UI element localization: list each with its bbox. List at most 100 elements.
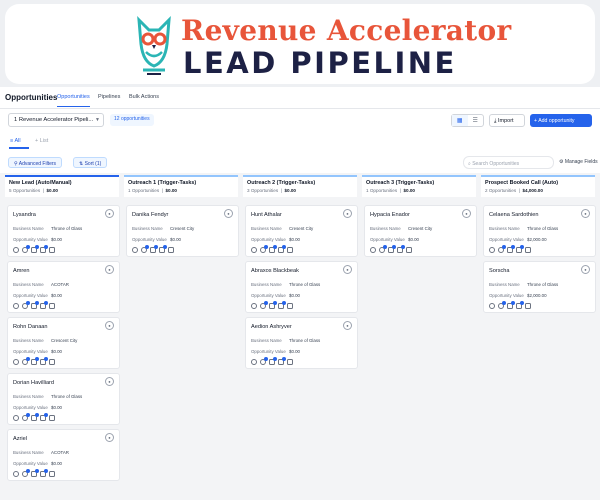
note-icon[interactable] <box>31 413 39 421</box>
opportunity-card[interactable]: Amren ● Business Name ACOTAR Opportunity Val… <box>7 261 120 313</box>
phone-icon[interactable] <box>260 301 268 309</box>
opportunity-card[interactable]: Lysandra ● Business Name Throne of Glass Opp… <box>7 205 120 257</box>
message-icon[interactable] <box>370 247 376 253</box>
avatar-icon[interactable]: ● <box>343 209 352 218</box>
grid-view-icon[interactable]: ▦ <box>452 115 468 126</box>
avatar-icon[interactable]: ● <box>105 321 114 330</box>
avatar-icon[interactable]: ● <box>105 377 114 386</box>
phone-icon[interactable] <box>260 357 268 365</box>
avatar-icon[interactable]: ● <box>224 209 233 218</box>
task-icon[interactable] <box>278 245 286 253</box>
task-icon[interactable] <box>40 357 48 365</box>
note-icon[interactable] <box>31 245 39 253</box>
calendar-icon[interactable] <box>287 359 293 365</box>
sort-button[interactable]: ⇅ Sort (1) <box>73 157 108 168</box>
calendar-icon[interactable] <box>49 303 55 309</box>
calendar-icon[interactable] <box>406 247 412 253</box>
calendar-icon[interactable] <box>525 303 531 309</box>
phone-icon[interactable] <box>260 245 268 253</box>
subtab-all[interactable]: ≡ All <box>10 138 21 144</box>
avatar-icon[interactable]: ● <box>343 321 352 330</box>
calendar-icon[interactable] <box>49 415 55 421</box>
task-icon[interactable] <box>397 245 405 253</box>
phone-icon[interactable] <box>22 245 30 253</box>
business-name-row: Business Name Throne of Glass <box>13 226 82 231</box>
message-icon[interactable] <box>13 471 19 477</box>
note-icon[interactable] <box>31 469 39 477</box>
message-icon[interactable] <box>13 359 19 365</box>
note-icon[interactable] <box>507 245 515 253</box>
task-icon[interactable] <box>516 301 524 309</box>
note-icon[interactable] <box>269 301 277 309</box>
calendar-icon[interactable] <box>49 471 55 477</box>
opportunity-card[interactable]: Hunt Athalar ● Business Name Cresent City Op… <box>245 205 358 257</box>
message-icon[interactable] <box>13 303 19 309</box>
avatar-icon[interactable]: ● <box>105 265 114 274</box>
note-icon[interactable] <box>388 245 396 253</box>
tab-pipelines[interactable]: Pipelines <box>98 94 120 100</box>
task-icon[interactable] <box>40 301 48 309</box>
task-icon[interactable] <box>40 413 48 421</box>
subtab-list[interactable]: + List <box>35 138 48 144</box>
opportunity-card[interactable]: Dorian Havilliard ● Business Name Throne of… <box>7 373 120 425</box>
note-icon[interactable] <box>269 245 277 253</box>
opportunity-card[interactable]: Celaena Sardothien ● Business Name Throne o… <box>483 205 596 257</box>
task-icon[interactable] <box>516 245 524 253</box>
opportunity-card[interactable]: Aedion Ashryver ● Business Name Throne of G… <box>245 317 358 369</box>
phone-icon[interactable] <box>379 245 387 253</box>
message-icon[interactable] <box>251 303 257 309</box>
task-icon[interactable] <box>40 245 48 253</box>
opportunity-card[interactable]: Azriel ● Business Name ACOTAR Opportunity Va… <box>7 429 120 481</box>
message-icon[interactable] <box>251 247 257 253</box>
message-icon[interactable] <box>251 359 257 365</box>
opportunity-card[interactable]: Danika Fendyr ● Business Name Cresent City O… <box>126 205 239 257</box>
message-icon[interactable] <box>489 247 495 253</box>
avatar-icon[interactable]: ● <box>581 265 590 274</box>
opportunity-card[interactable]: Abraxos Blackbeak ● Business Name Throne of… <box>245 261 358 313</box>
add-opportunity-button[interactable]: + Add opportunity <box>530 114 592 127</box>
message-icon[interactable] <box>132 247 138 253</box>
note-icon[interactable] <box>269 357 277 365</box>
avatar-icon[interactable]: ● <box>462 209 471 218</box>
phone-icon[interactable] <box>22 413 30 421</box>
phone-icon[interactable] <box>22 469 30 477</box>
calendar-icon[interactable] <box>168 247 174 253</box>
task-icon[interactable] <box>159 245 167 253</box>
opportunity-card[interactable]: Hypacia Enador ● Business Name Cresent City… <box>364 205 477 257</box>
manage-fields-button[interactable]: ⚙ Manage Fields <box>559 159 598 165</box>
note-icon[interactable] <box>31 357 39 365</box>
phone-icon[interactable] <box>141 245 149 253</box>
task-icon[interactable] <box>278 301 286 309</box>
task-icon[interactable] <box>278 357 286 365</box>
calendar-icon[interactable] <box>525 247 531 253</box>
note-icon[interactable] <box>507 301 515 309</box>
phone-icon[interactable] <box>22 357 30 365</box>
task-icon[interactable] <box>40 469 48 477</box>
message-icon[interactable] <box>489 303 495 309</box>
calendar-icon[interactable] <box>49 359 55 365</box>
search-input[interactable]: ⌕ Search Opportunities <box>463 156 554 169</box>
phone-icon[interactable] <box>22 301 30 309</box>
card-actions <box>251 245 293 253</box>
phone-icon[interactable] <box>498 245 506 253</box>
calendar-icon[interactable] <box>287 247 293 253</box>
calendar-icon[interactable] <box>49 247 55 253</box>
avatar-icon[interactable]: ● <box>343 265 352 274</box>
message-icon[interactable] <box>13 247 19 253</box>
opportunity-card[interactable]: Sorscha ● Business Name Throne of Glass Oppo… <box>483 261 596 313</box>
note-icon[interactable] <box>31 301 39 309</box>
message-icon[interactable] <box>13 415 19 421</box>
opportunity-card[interactable]: Rohn Danaan ● Business Name Crescent City Op… <box>7 317 120 369</box>
pipeline-select[interactable]: 1 Revenue Accelerator Pipeli... ▼ <box>8 113 104 127</box>
avatar-icon[interactable]: ● <box>105 433 114 442</box>
tab-bulk-actions[interactable]: Bulk Actions <box>129 94 159 100</box>
note-icon[interactable] <box>150 245 158 253</box>
avatar-icon[interactable]: ● <box>581 209 590 218</box>
advanced-filters-button[interactable]: ⚲ Advanced Filters <box>8 157 63 168</box>
phone-icon[interactable] <box>498 301 506 309</box>
import-button[interactable]: ⤓ Import <box>489 114 525 127</box>
tab-opportunities[interactable]: Opportunities <box>57 94 90 107</box>
list-view-icon[interactable]: ☰ <box>468 115 484 126</box>
calendar-icon[interactable] <box>287 303 293 309</box>
avatar-icon[interactable]: ● <box>105 209 114 218</box>
